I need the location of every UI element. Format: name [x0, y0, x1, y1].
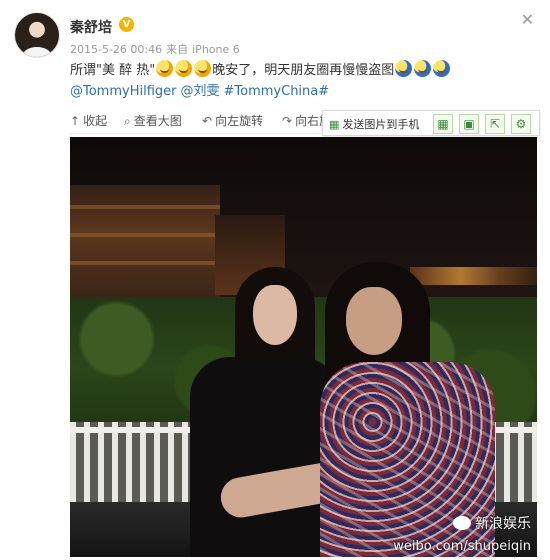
post-text: 所谓"美 醉 热" 晚安了，明天朋友圈再慢慢盗图: [70, 60, 451, 82]
post-meta: 2015-5-26 00:46 来自 iPhone 6: [70, 41, 244, 57]
mentions: @TommyHilfiger @刘雯 #TommyChina#: [70, 82, 333, 102]
mention-tommyhilfiger[interactable]: @TommyHilfiger: [70, 84, 177, 99]
arrow-up-icon: ↑: [70, 114, 81, 128]
send-to-phone-bar: ▦ 发送图片到手机 ▦ ▣ ⇱ ⚙: [322, 110, 540, 136]
vip-badge-icon: V: [119, 17, 134, 32]
watermark-logo: 新浪娱乐: [453, 513, 531, 533]
person-left-face: [253, 285, 297, 345]
rotate-left-button[interactable]: ↶ 向左旋转: [202, 112, 263, 129]
post-text-part2: 晚安了，明天朋友圈再慢慢盗图: [212, 63, 395, 78]
emoji-icon: [414, 60, 432, 77]
city-lights: [410, 267, 537, 285]
source-device[interactable]: iPhone 6: [192, 43, 240, 56]
magnifier-icon: ⌕: [124, 114, 131, 128]
post-text-part1: 所谓"美 醉 热": [70, 63, 156, 78]
save-icon[interactable]: ▣: [459, 114, 479, 134]
username[interactable]: 秦舒培: [70, 17, 112, 37]
watermark-url: weibo.com/shupeiqin: [393, 539, 531, 554]
avatar[interactable]: [14, 12, 60, 58]
person-left-body: [190, 357, 340, 557]
source-prefix: 来自: [166, 43, 189, 56]
rotate-left-icon: ↶: [202, 114, 213, 128]
emoji-icon: [156, 60, 174, 77]
emoji-icon: [395, 60, 413, 77]
rotate-right-icon: ↷: [282, 114, 293, 128]
gear-icon[interactable]: ⚙: [511, 114, 531, 134]
person-right-face: [346, 287, 402, 355]
hashtag-tommychina[interactable]: #TommyChina#: [224, 84, 330, 99]
send-to-phone-label: 发送图片到手机: [342, 118, 420, 131]
phone-grid-icon: ▦: [329, 118, 340, 131]
weibo-bubble-icon: [453, 516, 471, 530]
send-to-phone-button[interactable]: ▦ 发送图片到手机: [329, 116, 419, 132]
collapse-button[interactable]: ↑ 收起: [70, 112, 107, 129]
view-large-button[interactable]: ⌕ 查看大图: [124, 112, 182, 129]
watermark-logo-text: 新浪娱乐: [475, 516, 531, 532]
post-photo[interactable]: 新浪娱乐 weibo.com/shupeiqin: [70, 137, 537, 557]
grid-icon[interactable]: ▦: [433, 114, 453, 134]
emoji-icon: [433, 60, 451, 77]
rotate-left-label: 向左旋转: [215, 114, 264, 128]
mention-liuwen[interactable]: @刘雯: [181, 84, 220, 99]
background-building: [70, 185, 220, 305]
close-icon[interactable]: ✕: [521, 10, 534, 29]
timestamp[interactable]: 2015-5-26 00:46: [70, 43, 162, 56]
emoji-icon: [175, 60, 193, 77]
emoji-icon: [194, 60, 212, 77]
share-icon[interactable]: ⇱: [485, 114, 505, 134]
collapse-label: 收起: [83, 114, 108, 128]
view-large-label: 查看大图: [133, 114, 182, 128]
